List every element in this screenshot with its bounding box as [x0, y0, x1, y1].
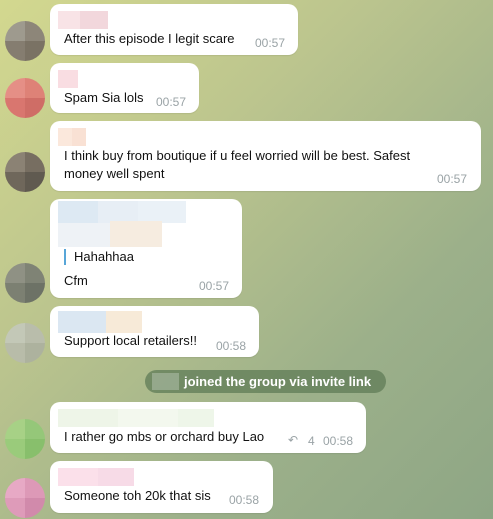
avatar[interactable]: [5, 263, 45, 303]
message-text: After this episode I legit scare: [64, 31, 235, 46]
message-text: Cfm: [64, 273, 88, 288]
message-time: 00:57: [156, 95, 187, 109]
service-message-joined: joined the group via invite link: [145, 370, 386, 393]
message-text: Support local retailers!!: [64, 333, 197, 348]
message-time: 00:58: [229, 493, 260, 507]
message-text: I think buy from boutique if u feel worr…: [64, 148, 411, 181]
message-bubble[interactable]: I think buy from boutique if u feel worr…: [50, 121, 481, 191]
avatar[interactable]: [5, 323, 45, 363]
sender-name-redacted[interactable]: [58, 11, 108, 29]
message-time: 00:57: [437, 172, 468, 186]
sender-name-redacted[interactable]: [58, 468, 134, 486]
sender-name-redacted[interactable]: [58, 70, 78, 88]
avatar[interactable]: [5, 78, 45, 118]
message-bubble[interactable]: I rather go mbs or orchard buy Lao ↶ 4 0…: [50, 402, 366, 453]
message-time: 00:57: [255, 36, 286, 50]
message-bubble[interactable]: After this episode I legit scare 00:57: [50, 4, 298, 55]
message-time: 00:57: [199, 279, 230, 293]
sender-name-redacted-3: [110, 221, 162, 247]
reply-quote[interactable]: Hahahhaa: [64, 249, 134, 265]
sender-name-redacted[interactable]: [58, 201, 186, 223]
message-time: 00:58: [216, 339, 247, 353]
avatar[interactable]: [5, 478, 45, 518]
message-text: I rather go mbs or orchard buy Lao: [64, 429, 265, 444]
avatar[interactable]: [5, 419, 45, 459]
avatar[interactable]: [5, 152, 45, 192]
reply-arrow-icon[interactable]: ↶: [288, 433, 298, 447]
sender-name-redacted[interactable]: [58, 409, 214, 427]
joined-user-redacted[interactable]: [152, 373, 179, 390]
message-bubble[interactable]: Someone toh 20k that sis 00:58: [50, 461, 273, 513]
reply-count[interactable]: 4: [308, 434, 315, 448]
service-message-text: joined the group via invite link: [184, 374, 372, 389]
message-text: Someone toh 20k that sis: [64, 488, 211, 503]
sender-name-redacted[interactable]: [58, 311, 142, 333]
message-bubble[interactable]: Spam Sia lols 00:57: [50, 63, 199, 113]
message-time: 00:58: [323, 434, 354, 448]
message-bubble[interactable]: Support local retailers!! 00:58: [50, 306, 259, 357]
message-text: Spam Sia lols: [64, 90, 144, 105]
avatar[interactable]: [5, 21, 45, 61]
sender-name-redacted[interactable]: [58, 128, 86, 146]
message-bubble[interactable]: Hahahhaa Cfm 00:57: [50, 199, 242, 298]
